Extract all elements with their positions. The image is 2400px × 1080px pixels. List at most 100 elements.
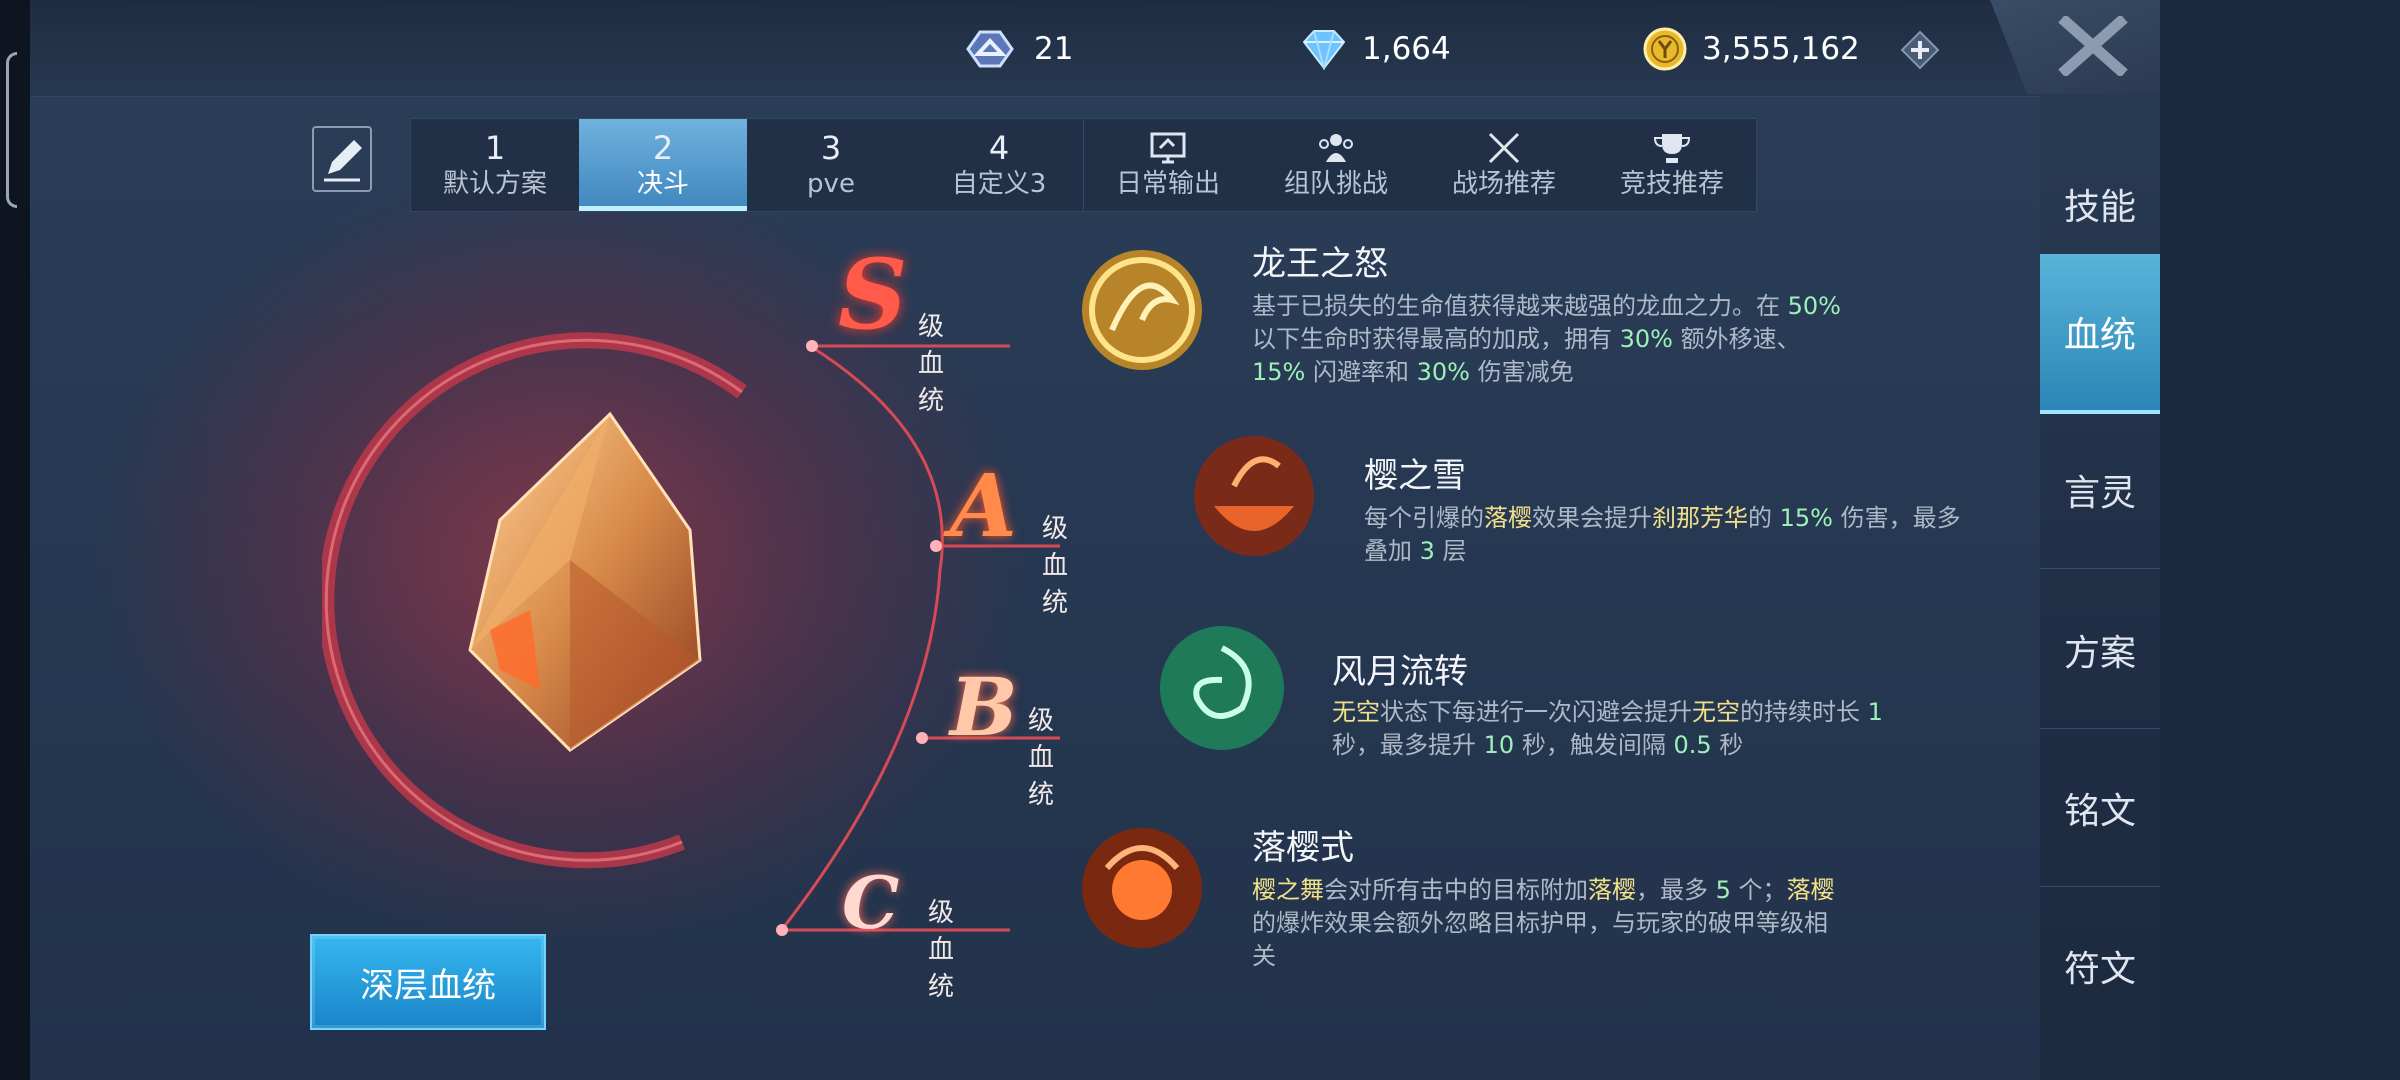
description-segment: ，最多 — [1636, 876, 1716, 904]
description-segment: 额外移速、 — [1672, 325, 1801, 353]
description-segment: 落樱 — [1484, 504, 1532, 532]
tab-daily-output[interactable]: 日常输出 — [1083, 119, 1252, 211]
rank-letter: A — [950, 456, 1017, 557]
rank-label: 级血统 — [918, 312, 945, 416]
nav-inscriptions[interactable]: 铭文 — [2040, 730, 2160, 887]
description-segment: 30% — [1619, 325, 1673, 353]
left-edge — [0, 0, 30, 1080]
tab-number: 4 — [988, 129, 1010, 167]
description-segment: 刹那芳华 — [1652, 504, 1748, 532]
rank-letter: B — [950, 660, 1018, 754]
tab-label: 战场推荐 — [1451, 169, 1556, 199]
tab-plan-4[interactable]: 4 自定义3 — [915, 119, 1083, 211]
bloodline-crystal-icon — [468, 411, 702, 752]
right-margin — [2160, 0, 2400, 1080]
nav-plans[interactable]: 方案 — [2040, 572, 2160, 729]
ticket-icon — [966, 30, 1014, 68]
skill-name: 樱之雪 — [1364, 456, 1466, 496]
nav-spirit-words[interactable]: 言灵 — [2040, 412, 2160, 569]
tab-label: pve — [807, 169, 855, 199]
team-icon — [1319, 134, 1353, 162]
add-currency-button[interactable] — [1900, 30, 1940, 70]
diamond-icon — [1302, 30, 1346, 70]
tab-number: 3 — [820, 129, 842, 167]
monitor-icon — [1150, 132, 1186, 164]
nav-label: 技能 — [2063, 187, 2136, 228]
deep-bloodline-button[interactable]: 深层血统 — [310, 934, 546, 1030]
nav-label: 符文 — [2063, 949, 2136, 990]
tab-label: 默认方案 — [442, 169, 547, 199]
description-segment: 落樱 — [1588, 876, 1636, 904]
ticket-resource: 21 — [960, 26, 1073, 72]
drawer-handle[interactable] — [6, 52, 17, 208]
plus-icon — [1900, 30, 1940, 70]
diamond-resource: 1,664 — [1300, 26, 1451, 72]
description-segment: 无空 — [1692, 698, 1740, 726]
description-segment: 3 — [1419, 537, 1435, 565]
tab-label: 组队挑战 — [1283, 169, 1388, 199]
description-segment: 会对所有击中的目标附加 — [1324, 876, 1588, 904]
description-segment: 樱之舞 — [1252, 876, 1324, 904]
trophy-icon — [1653, 134, 1691, 163]
description-segment: 0.5 — [1673, 731, 1712, 759]
description-segment: 秒，触发间隔 — [1514, 731, 1674, 759]
skill-description: 无空状态下每进行一次闪避会提升无空的持续时长 1 秒，最多提升 10 秒，触发间… — [1332, 696, 1932, 762]
close-icon — [2058, 16, 2128, 76]
falling-sakura-icon — [1082, 828, 1202, 948]
crossed-swords-icon — [1488, 132, 1520, 164]
plan-tabs: 1 默认方案 2 决斗 3 pve 4 自定义3 日常输出 组队挑战 战场推荐 … — [410, 118, 1757, 212]
tab-label: 决斗 — [636, 169, 689, 199]
tab-team-challenge[interactable]: 组队挑战 — [1252, 119, 1420, 211]
description-segment: 秒 — [1711, 731, 1744, 759]
description-segment: 效果会提升 — [1532, 504, 1652, 532]
tab-label: 竞技推荐 — [1619, 169, 1724, 199]
rank-letter: C — [842, 860, 900, 945]
description-segment: 15% — [1779, 504, 1833, 532]
description-segment: 1 — [1867, 698, 1883, 726]
description-segment: 闪避率和 — [1305, 358, 1417, 386]
nav-label: 方案 — [2063, 633, 2136, 674]
sakura-snow-icon — [1194, 436, 1314, 556]
wind-moon-icon — [1160, 626, 1284, 750]
skill-name: 龙王之怒 — [1252, 244, 1388, 284]
nav-label: 铭文 — [2063, 791, 2136, 832]
description-segment: 个； — [1730, 876, 1787, 904]
rank-label: 级血统 — [1028, 706, 1055, 810]
rank-letter: S — [838, 238, 908, 351]
description-segment: 15% — [1252, 358, 1306, 386]
coin-count: 3,555,162 — [1702, 31, 1860, 67]
tab-arena[interactable]: 竞技推荐 — [1588, 119, 1756, 211]
tab-battlefield[interactable]: 战场推荐 — [1420, 119, 1588, 211]
rank-label: 级血统 — [928, 898, 955, 1002]
pencil-icon — [324, 140, 362, 182]
nav-label: 言灵 — [2063, 473, 2136, 514]
tier-branches — [776, 340, 1060, 936]
skill-description: 樱之舞会对所有击中的目标附加落樱，最多 5 个；落樱的爆炸效果会额外忽略目标护甲… — [1252, 874, 1842, 973]
nav-bloodline[interactable]: 血统 — [2040, 254, 2160, 414]
description-segment: 基于已损失的生命值获得越来越强的龙血之力。在 — [1252, 292, 1788, 320]
diamond-count: 1,664 — [1362, 31, 1451, 67]
tab-plan-3[interactable]: 3 pve — [747, 119, 915, 211]
rank-label: 级血统 — [1042, 514, 1069, 618]
skill-description: 基于已损失的生命值获得越来越强的龙血之力。在 50% 以下生命时获得最高的加成，… — [1252, 290, 1842, 389]
button-label: 深层血统 — [360, 965, 496, 1006]
description-segment: 的 — [1748, 504, 1780, 532]
side-nav: 技能 血统 言灵 方案 铭文 符文 — [2040, 96, 2160, 1080]
description-segment: 伤害减免 — [1469, 358, 1574, 386]
description-segment: 无空 — [1332, 698, 1380, 726]
tab-plan-1[interactable]: 1 默认方案 — [411, 119, 579, 211]
coin-resource: 3,555,162 — [1642, 26, 1860, 72]
description-segment: 以下生命时获得最高的加成，拥有 — [1252, 325, 1620, 353]
resource-bar: 21 1,664 3,555,162 — [30, 0, 2040, 97]
description-segment: 50% — [1787, 292, 1841, 320]
description-segment: 的爆炸效果会额外忽略目标护甲，与玩家的破甲等级相关 — [1252, 909, 1828, 970]
nav-runes[interactable]: 符文 — [2040, 888, 2160, 1044]
description-segment: 的持续时长 — [1740, 698, 1868, 726]
edit-plan-button[interactable] — [312, 126, 372, 192]
nav-label: 血统 — [2063, 315, 2136, 356]
description-segment: 层 — [1434, 537, 1467, 565]
description-segment: 每个引爆的 — [1364, 504, 1484, 532]
tab-label: 自定义3 — [951, 169, 1047, 199]
coin-icon — [1643, 27, 1687, 71]
tab-plan-2[interactable]: 2 决斗 — [579, 119, 747, 211]
